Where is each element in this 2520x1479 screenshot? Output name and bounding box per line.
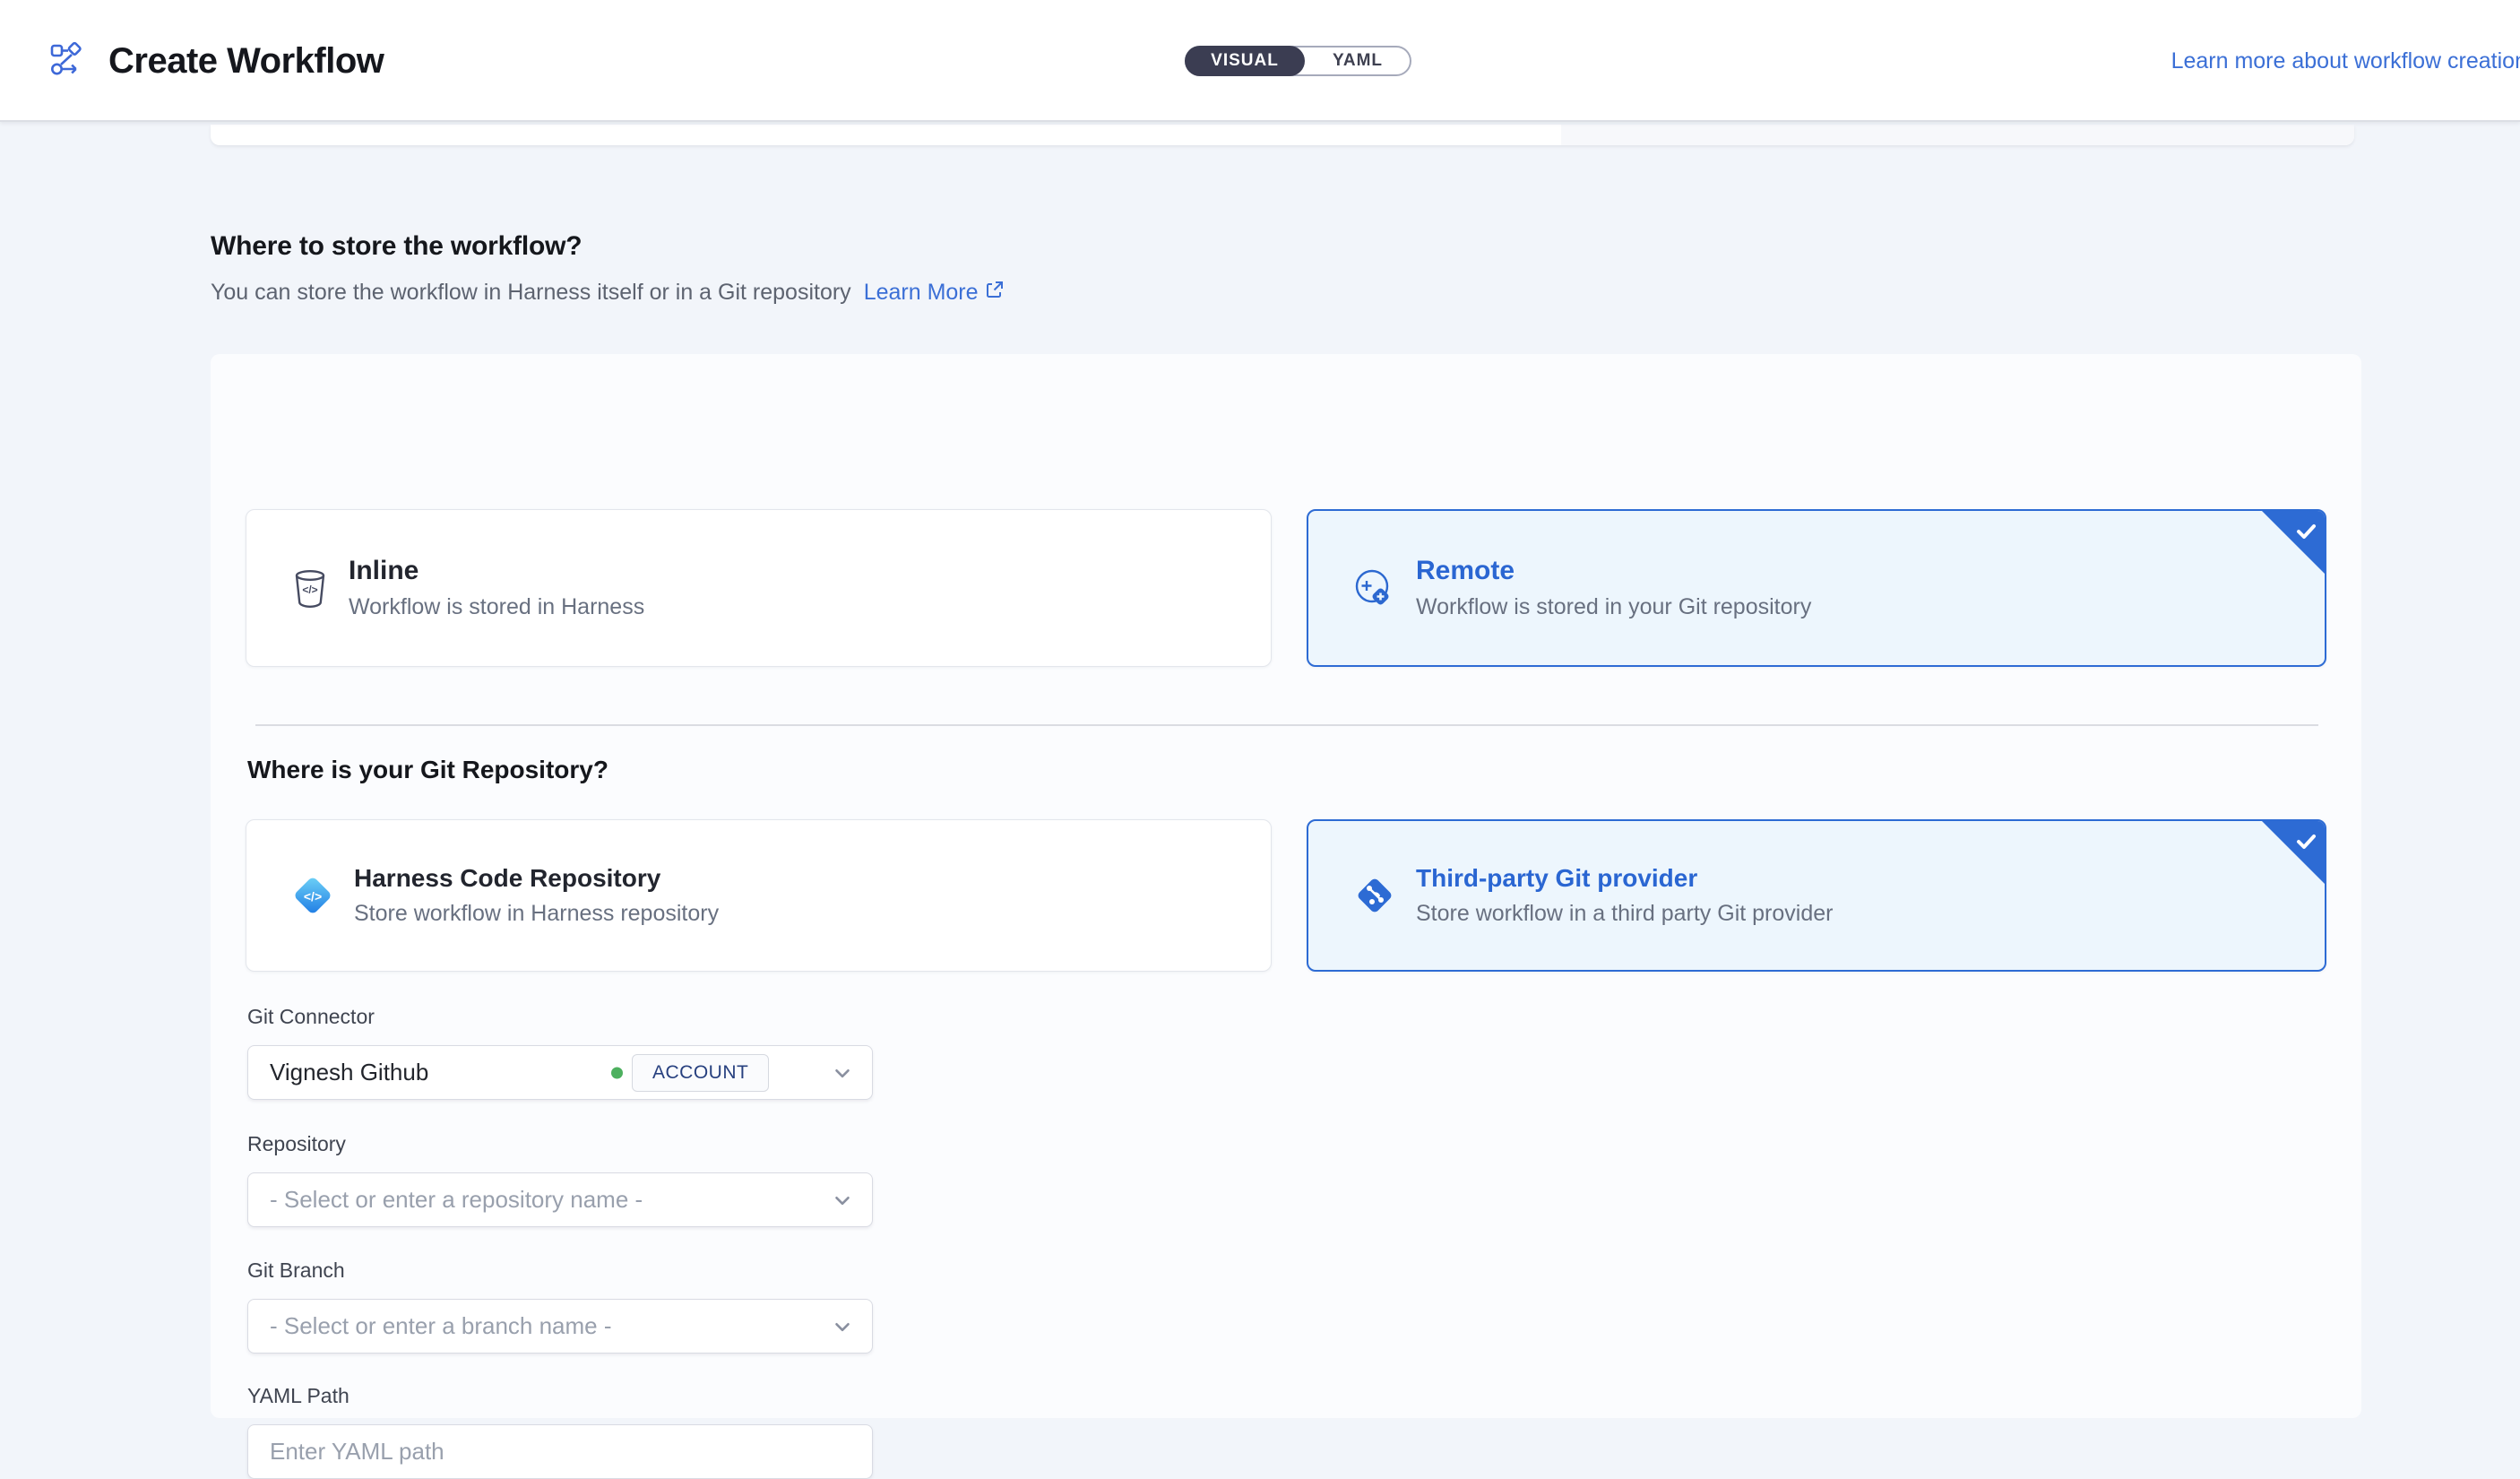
svg-text:</>: </>	[302, 584, 317, 596]
mode-toggle[interactable]: VISUAL YAML	[1185, 46, 1411, 76]
workflow-store-panel: </> Inline Workflow is stored in Harness…	[211, 354, 2361, 1418]
card-title-inline: Inline	[349, 556, 644, 586]
card-title-remote: Remote	[1416, 556, 1811, 586]
main-content: Where to store the workflow? You can sto…	[0, 122, 2520, 1434]
git-connector-label: Git Connector	[247, 1005, 873, 1029]
repository-placeholder: - Select or enter a repository name -	[270, 1186, 643, 1214]
page-title: Create Workflow	[108, 41, 384, 82]
card-subtitle-harness-code: Store workflow in Harness repository	[354, 901, 719, 927]
learn-more-link[interactable]: Learn More	[864, 280, 1005, 306]
scrolled-card-remnant	[211, 125, 2354, 145]
option-card-harness-code[interactable]: </> Harness Code Repository Store workfl…	[246, 819, 1272, 972]
card-subtitle-remote: Workflow is stored in your Git repositor…	[1416, 594, 1811, 620]
repo-section-heading: Where is your Git Repository?	[247, 756, 608, 784]
option-card-thirdparty-git[interactable]: Third-party Git provider Store workflow …	[1307, 819, 2326, 972]
yaml-path-input[interactable]	[247, 1424, 873, 1479]
remote-git-icon	[1350, 563, 1400, 613]
tab-yaml[interactable]: YAML	[1306, 48, 1410, 74]
store-section-description: You can store the workflow in Harness it…	[211, 280, 1005, 306]
svg-text:</>: </>	[304, 889, 322, 904]
yaml-path-field: YAML Path	[247, 1384, 873, 1479]
chevron-down-icon	[831, 1061, 854, 1085]
git-branch-field: Git Branch - Select or enter a branch na…	[247, 1258, 873, 1354]
git-connector-select[interactable]: Vignesh Github ACCOUNT	[247, 1045, 873, 1100]
connector-status-dot	[611, 1067, 623, 1078]
card-title-thirdparty-git: Third-party Git provider	[1416, 864, 1833, 893]
selected-check-badge	[2260, 819, 2326, 886]
harness-code-icon: </>	[288, 870, 338, 921]
store-section-heading: Where to store the workflow?	[211, 231, 582, 262]
option-card-inline[interactable]: </> Inline Workflow is stored in Harness	[246, 509, 1272, 667]
inline-bucket-icon: </>	[288, 566, 332, 610]
external-link-icon	[985, 280, 1005, 306]
workflow-icon	[49, 41, 85, 82]
card-title-harness-code: Harness Code Repository	[354, 864, 719, 893]
repository-field: Repository - Select or enter a repositor…	[247, 1132, 873, 1227]
app-header: Create Workflow VISUAL YAML Learn more a…	[0, 0, 2520, 122]
chevron-down-icon	[831, 1189, 854, 1212]
chevron-down-icon	[831, 1315, 854, 1338]
card-subtitle-thirdparty-git: Store workflow in a third party Git prov…	[1416, 901, 1833, 927]
git-provider-icon	[1350, 870, 1400, 921]
repository-label: Repository	[247, 1132, 873, 1156]
git-branch-label: Git Branch	[247, 1258, 873, 1283]
git-connector-value: Vignesh Github	[270, 1059, 428, 1086]
repository-select[interactable]: - Select or enter a repository name -	[247, 1172, 873, 1227]
scope-badge: ACCOUNT	[632, 1054, 769, 1092]
learn-more-workflow-link[interactable]: Learn more about workflow creation	[2171, 0, 2520, 122]
option-card-remote[interactable]: Remote Workflow is stored in your Git re…	[1307, 509, 2326, 667]
section-divider	[255, 724, 2318, 726]
tab-visual[interactable]: VISUAL	[1185, 46, 1305, 76]
yaml-path-label: YAML Path	[247, 1384, 873, 1408]
git-connector-field: Git Connector Vignesh Github ACCOUNT	[247, 1005, 873, 1100]
selected-check-badge	[2260, 509, 2326, 575]
git-branch-select[interactable]: - Select or enter a branch name -	[247, 1299, 873, 1354]
card-subtitle-inline: Workflow is stored in Harness	[349, 594, 644, 620]
git-branch-placeholder: - Select or enter a branch name -	[270, 1312, 612, 1340]
